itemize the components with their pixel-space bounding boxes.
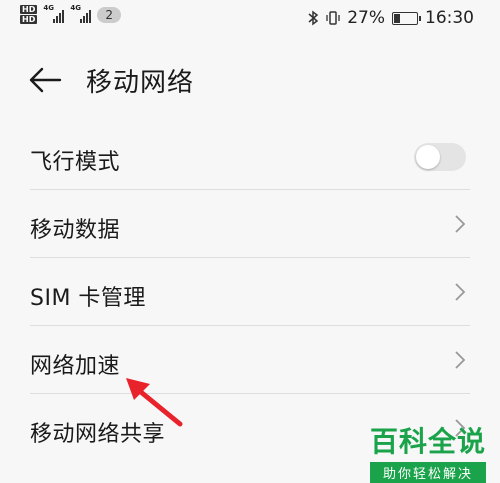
status-right: 27% 16:30 — [307, 8, 474, 28]
chevron-right-icon — [455, 215, 466, 233]
hd-badge-bottom: HD — [20, 15, 38, 24]
chevron-right-icon — [455, 351, 466, 369]
watermark-slogan: 助你轻松解决 — [369, 462, 486, 483]
vibrate-icon — [326, 11, 340, 25]
menu-item-label: 网络加速 — [30, 354, 121, 379]
settings-list: 飞行模式 移动数据 SIM 卡管理 网络加速 移动网络共享 — [0, 122, 500, 462]
menu-item-label: 飞行模式 — [30, 150, 121, 175]
menu-item-label: SIM 卡管理 — [30, 286, 146, 311]
page-header: 移动网络 — [0, 52, 500, 108]
menu-item-label: 移动数据 — [30, 218, 121, 243]
menu-item-airplane-mode[interactable]: 飞行模式 — [0, 122, 500, 190]
watermark-brand: 百科全说 — [369, 425, 486, 458]
sim-badge: 2 — [97, 6, 121, 23]
toggle-knob — [416, 145, 440, 169]
hd-badge-top: HD — [20, 5, 38, 14]
airplane-mode-toggle[interactable] — [414, 143, 466, 171]
battery-icon — [392, 11, 421, 25]
bluetooth-icon — [308, 10, 319, 26]
hd-indicator: HD HD — [20, 5, 38, 24]
network-type-1: 4G — [43, 3, 54, 12]
chevron-right-icon — [455, 283, 466, 301]
menu-item-mobile-data[interactable]: 移动数据 — [0, 190, 500, 258]
battery-percent: 27% — [347, 8, 385, 28]
clock: 16:30 — [425, 8, 474, 28]
signal-icon-2: 4G — [70, 3, 92, 23]
status-bar: HD HD 4G 4G 2 27% 16:30 — [0, 0, 500, 38]
signal-icon: 4G — [43, 3, 65, 23]
pointer-arrow-icon — [126, 378, 183, 427]
network-type-2: 4G — [70, 3, 81, 12]
status-left: HD HD 4G 4G 2 — [20, 3, 121, 24]
menu-item-sim-management[interactable]: SIM 卡管理 — [0, 258, 500, 326]
watermark: 百科全说 助你轻松解决 — [369, 420, 486, 483]
menu-item-network-acceleration[interactable]: 网络加速 — [0, 326, 500, 394]
page-title: 移动网络 — [86, 68, 195, 98]
back-arrow-icon[interactable] — [28, 66, 62, 94]
